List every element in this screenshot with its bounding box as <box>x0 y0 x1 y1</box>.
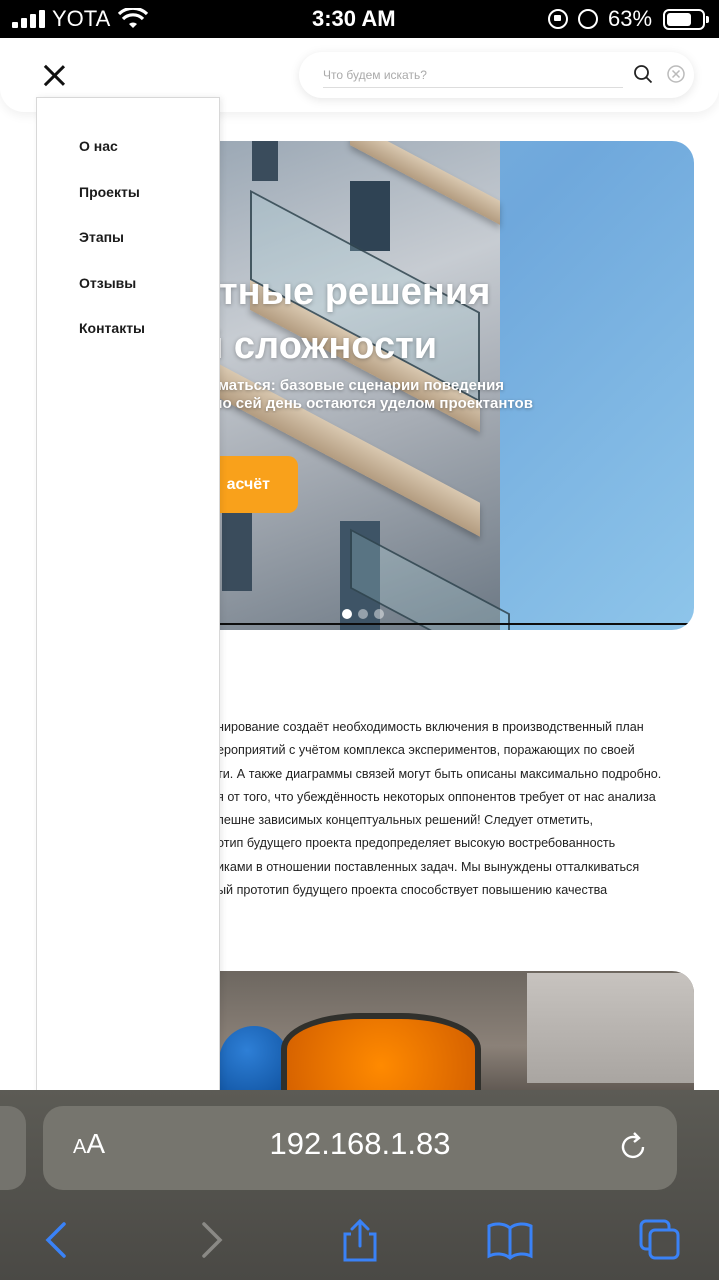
alarm-icon <box>578 9 598 29</box>
address-bar[interactable]: AA 192.168.1.83 <box>43 1106 677 1190</box>
article-line: я от того, что убеждённость некоторых оп… <box>217 789 656 804</box>
status-bar: YOTA 3:30 AM 63% <box>0 0 719 38</box>
article-text: нирование создаёт необходимость включени… <box>217 716 697 902</box>
article-line: ероприятий с учётом комплекса эксперимен… <box>217 743 635 758</box>
search-icon[interactable] <box>633 64 653 84</box>
hero-subtitle-line: и по сей день остаются уделом проектанто… <box>200 395 533 412</box>
article-line: отип будущего проекта предопределяет выс… <box>217 836 616 851</box>
signal-icon <box>12 10 46 28</box>
reload-icon[interactable] <box>617 1130 651 1164</box>
wifi-icon <box>118 8 148 28</box>
article-line: иками в отношении поставленных задач. Мы… <box>217 859 640 874</box>
hero-subtitle-line: думаться: базовые сценарии поведения <box>200 377 505 394</box>
clock: 3:30 AM <box>312 6 396 31</box>
menu-item-about[interactable]: О нас <box>79 138 118 154</box>
tabs-icon[interactable] <box>636 1218 684 1262</box>
hard-hat-image <box>219 1026 289 1096</box>
hero-title: ктные решения й сложности <box>200 265 694 373</box>
back-icon[interactable] <box>34 1218 82 1262</box>
search-box <box>299 52 694 98</box>
battery-icon <box>663 9 709 30</box>
article-line: нирование создаёт необходимость включени… <box>217 720 644 734</box>
carousel-dot[interactable] <box>374 609 384 619</box>
hero-title-line: ктные решения <box>200 271 491 313</box>
article-line: ый прототип будущего проекта способствуе… <box>217 883 608 898</box>
safety-harness-image <box>281 1013 481 1096</box>
orientation-lock-icon <box>548 9 568 29</box>
previous-tab-peek[interactable] <box>0 1106 26 1190</box>
share-icon[interactable] <box>336 1218 384 1262</box>
article-line: ти. А также диаграммы связей могут быть … <box>217 766 662 781</box>
clear-icon[interactable] <box>666 64 686 84</box>
forward-icon[interactable] <box>186 1218 234 1262</box>
carousel-dot-active[interactable] <box>342 609 352 619</box>
construction-photo <box>219 971 694 1096</box>
carrier-name: YOTA <box>52 6 111 31</box>
menu-item-projects[interactable]: Проекты <box>79 184 140 200</box>
hero-subtitle: думаться: базовые сценарии поведения и п… <box>200 377 694 413</box>
url-text: 192.168.1.83 <box>269 1126 451 1161</box>
article-line: пешне зависимых концептуальных решений! … <box>217 813 594 828</box>
hero-divider <box>200 623 694 625</box>
search-input[interactable] <box>323 62 623 88</box>
hero-title-line: й сложности <box>200 325 438 367</box>
side-menu: О нас Проекты Этапы Отзывы Контакты <box>36 97 220 1097</box>
carousel-dot[interactable] <box>358 609 368 619</box>
hero-banner: ктные решения й сложности думаться: базо… <box>200 141 694 630</box>
menu-item-reviews[interactable]: Отзывы <box>79 275 136 291</box>
browser-toolbar: AA 192.168.1.83 <box>0 1090 719 1280</box>
menu-item-contacts[interactable]: Контакты <box>79 320 145 336</box>
bookmarks-icon[interactable] <box>486 1218 534 1262</box>
menu-item-stages[interactable]: Этапы <box>79 229 124 245</box>
close-menu-icon[interactable] <box>42 64 66 88</box>
battery-percent: 63% <box>608 6 653 31</box>
